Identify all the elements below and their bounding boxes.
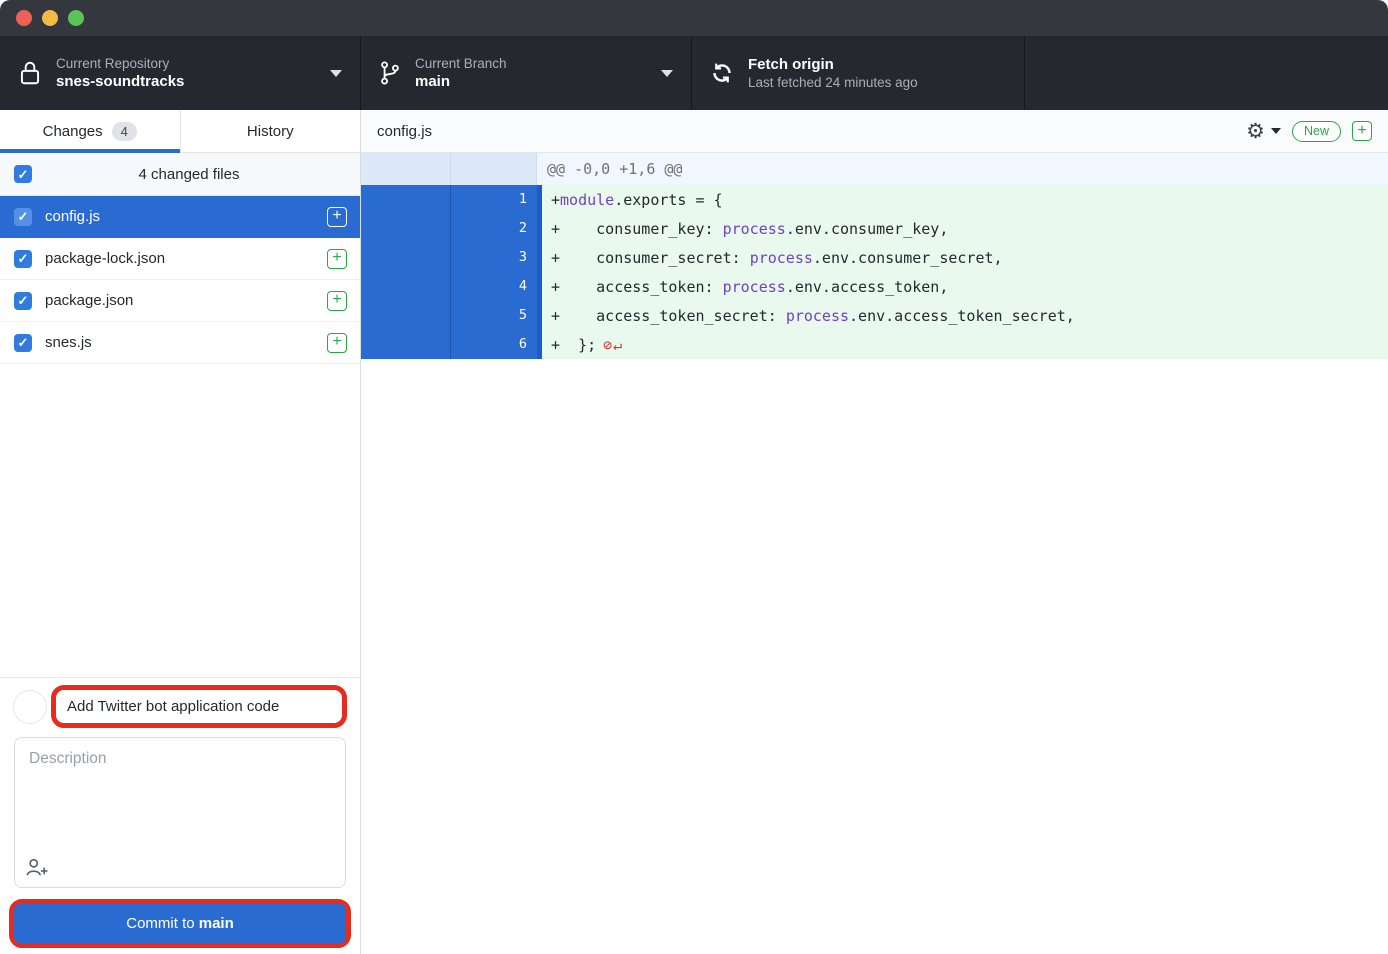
code-line: + consumer_secret: process.env.consumer_… [542,243,1388,272]
file-checkbox[interactable] [14,292,32,310]
hunk-gutter-old [361,153,451,185]
line-number: 4 [451,272,537,301]
code-line: + access_token_secret: process.env.acces… [542,301,1388,330]
annotation-highlight-commit: Commit to main [9,899,351,948]
annotation-highlight-summary [51,685,347,728]
current-branch-dropdown[interactable]: Current Branch main [361,36,692,110]
fetch-origin-label: Fetch origin [748,56,918,73]
line-gutter[interactable]: 1 [361,185,542,214]
file-name: config.js [45,208,314,225]
add-coauthor-button[interactable] [25,857,49,880]
git-branch-icon [379,60,401,86]
tab-history-label: History [247,123,294,140]
file-checkbox[interactable] [14,334,32,352]
added-file-icon[interactable] [327,291,347,311]
line-number: 3 [451,243,537,272]
diff-header: config.js ⚙ New [361,110,1388,153]
file-row-config-js[interactable]: config.js [0,196,360,238]
gear-icon: ⚙ [1246,121,1265,142]
sync-icon [710,61,734,85]
file-row-snes-js[interactable]: snes.js [0,322,360,364]
person-plus-icon [25,857,49,880]
zoom-button[interactable] [68,10,84,26]
new-file-badge: New [1292,121,1341,142]
file-name: package-lock.json [45,250,314,267]
diff-body: @@ -0,0 +1,6 @@ 1 +module.exports = { 2 … [361,153,1388,954]
fetch-origin-sublabel: Last fetched 24 minutes ago [748,75,918,90]
diff-line-2: 2 + consumer_key: process.env.consumer_k… [361,214,1388,243]
current-repository-label: Current Repository [56,56,184,71]
current-branch-label: Current Branch [415,56,507,71]
commit-button[interactable]: Commit to main [14,904,346,943]
line-gutter[interactable]: 2 [361,214,542,243]
avatar [13,690,47,724]
commit-description-box [14,737,346,888]
hunk-header-row: @@ -0,0 +1,6 @@ [361,153,1388,185]
lock-icon [18,59,42,87]
hunk-header-text: @@ -0,0 +1,6 @@ [537,153,1388,185]
current-repository-value: snes-soundtracks [56,73,184,90]
chevron-down-icon [661,70,673,77]
chevron-down-icon [1271,128,1281,134]
tab-history[interactable]: History [180,110,361,152]
commit-summary-input[interactable] [56,690,342,723]
added-file-icon[interactable] [327,249,347,269]
minimize-button[interactable] [42,10,58,26]
app-window: Current Repository snes-soundtracks Curr… [0,0,1388,954]
diff-line-4: 4 + access_token: process.env.access_tok… [361,272,1388,301]
changes-count-badge: 4 [112,122,137,141]
diff-options-button[interactable]: ⚙ [1246,121,1281,142]
line-number: 1 [451,185,537,214]
code-line: + };⊘↵ [542,330,1388,359]
close-button[interactable] [16,10,32,26]
added-file-icon[interactable] [327,207,347,227]
tab-changes-label: Changes [43,123,103,140]
sidebar-spacer [0,364,360,677]
diff-line-3: 3 + consumer_secret: process.env.consume… [361,243,1388,272]
commit-form: Commit to main [0,677,360,954]
changed-files-header: 4 changed files [0,153,360,196]
code-line: +module.exports = { [542,185,1388,214]
line-number: 5 [451,301,537,330]
changed-files-count: 4 changed files [32,166,346,183]
select-all-checkbox[interactable] [14,165,32,183]
line-number: 2 [451,214,537,243]
sidebar-tabs: Changes 4 History [0,110,360,153]
diff-panel: config.js ⚙ New @@ -0,0 +1,6 @@ [361,110,1388,954]
sidebar: Changes 4 History 4 changed files config… [0,110,361,954]
toolbar: Current Repository snes-soundtracks Curr… [0,36,1388,110]
current-branch-value: main [415,73,507,90]
line-gutter[interactable]: 6 [361,330,542,359]
line-number: 6 [451,330,537,359]
line-gutter[interactable]: 5 [361,301,542,330]
file-checkbox[interactable] [14,250,32,268]
added-file-icon[interactable] [1352,121,1372,141]
commit-button-label: Commit to [126,915,199,932]
commit-description-input[interactable] [27,748,333,857]
file-checkbox[interactable] [14,208,32,226]
diff-file-title: config.js [377,123,1246,140]
toolbar-filler [1025,36,1388,110]
no-newline-icon: ⊘↵ [603,336,623,354]
diff-line-6: 6 + };⊘↵ [361,330,1388,359]
tab-changes[interactable]: Changes 4 [0,110,180,152]
commit-button-branch: main [199,915,234,932]
added-file-icon[interactable] [327,333,347,353]
diff-line-1: 1 +module.exports = { [361,185,1388,214]
line-gutter[interactable]: 4 [361,272,542,301]
chevron-down-icon [330,70,342,77]
file-name: package.json [45,292,314,309]
fetch-origin-button[interactable]: Fetch origin Last fetched 24 minutes ago [692,36,1025,110]
file-row-package-json[interactable]: package.json [0,280,360,322]
code-line: + access_token: process.env.access_token… [542,272,1388,301]
current-repository-dropdown[interactable]: Current Repository snes-soundtracks [0,36,361,110]
diff-line-5: 5 + access_token_secret: process.env.acc… [361,301,1388,330]
line-gutter[interactable]: 3 [361,243,542,272]
hunk-gutter-new [451,153,537,185]
titlebar [0,0,1388,36]
file-name: snes.js [45,334,314,351]
code-line: + consumer_key: process.env.consumer_key… [542,214,1388,243]
file-row-package-lock-json[interactable]: package-lock.json [0,238,360,280]
